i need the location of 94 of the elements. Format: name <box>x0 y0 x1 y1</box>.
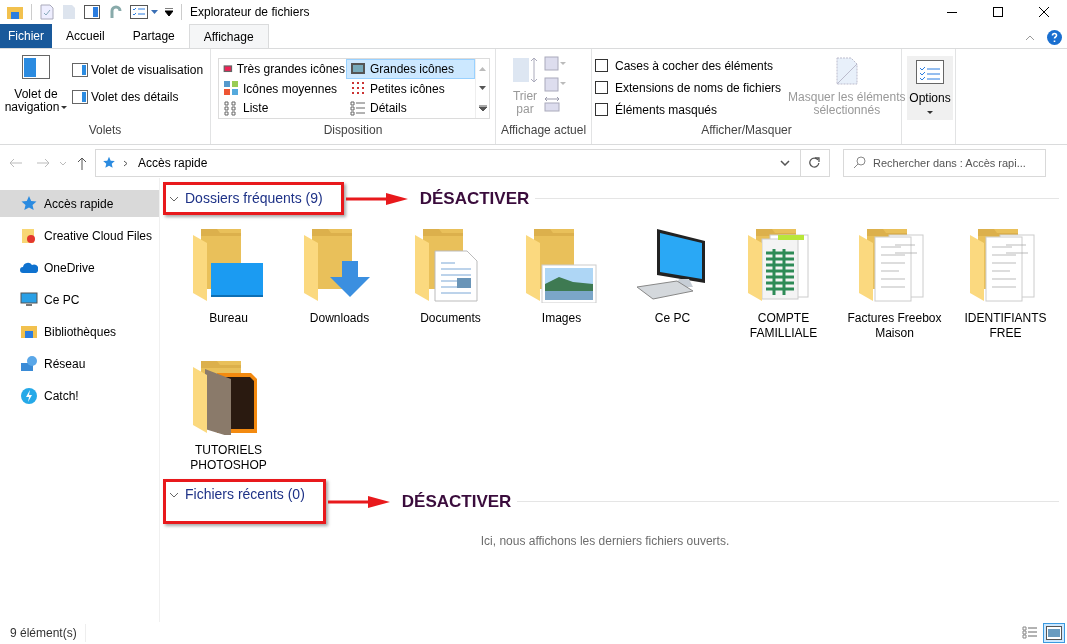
large-icons-icon <box>1046 626 1062 640</box>
pane-option[interactable]: Volet de visualisation <box>72 61 204 79</box>
pane-icon[interactable] <box>84 5 100 19</box>
layout-option[interactable]: Grandes icônes <box>346 59 475 79</box>
search-icon <box>853 156 866 169</box>
address-bar[interactable]: Accès rapide <box>95 149 830 177</box>
folder-tile[interactable]: IDENTIFIANTS FREE <box>950 223 1061 341</box>
sidebar-item[interactable]: Bibliothèques <box>0 318 159 345</box>
group-label: Disposition <box>322 122 384 139</box>
ribbon-tab[interactable]: Affichage <box>188 24 269 48</box>
empty-message: Ici, nous affichons les derniers fichiers ouverts. <box>480 533 730 550</box>
quick-access-star-icon <box>102 156 116 170</box>
ribbon-tab[interactable]: Accueil <box>52 24 119 48</box>
dropdown-chevron-icon[interactable] <box>780 160 790 166</box>
help-icon[interactable] <box>1047 30 1062 45</box>
refresh-icon <box>809 157 821 169</box>
checklist-icon[interactable] <box>130 5 148 19</box>
navigation-pane-button[interactable]: Volet de navigation <box>0 55 72 121</box>
chevron-down-icon <box>169 195 179 202</box>
layout-option[interactable]: Très grandes icônes <box>219 59 346 79</box>
annotation-arrow <box>345 192 408 205</box>
folder-tile[interactable]: Images <box>506 223 617 341</box>
folder-tile[interactable]: Documents <box>395 223 506 341</box>
folder-tile[interactable]: Ce PC <box>617 223 728 341</box>
lightning-bolt-icon <box>20 386 38 405</box>
options-icon <box>916 60 944 84</box>
details-pane-icon <box>72 90 88 104</box>
layout-option[interactable]: Détails <box>346 98 475 118</box>
up-icon[interactable] <box>77 156 87 170</box>
sort-icon <box>512 56 538 84</box>
network-icon <box>20 354 38 373</box>
sidebar-item[interactable]: Catch! <box>0 382 159 409</box>
address-text: Accès rapide <box>138 155 208 172</box>
layout-option[interactable]: Liste <box>219 98 346 118</box>
layout-option[interactable]: Icônes moyennes <box>219 78 346 99</box>
folder-tile[interactable]: Factures Freebox Maison <box>839 223 950 341</box>
list-view-icon <box>223 100 239 117</box>
small-icons-icon <box>350 80 366 97</box>
caret-icon <box>927 111 933 114</box>
details-view-icon <box>1022 626 1038 640</box>
annotation-label: DÉSACTIVER <box>419 187 530 210</box>
maximize-icon <box>993 7 1003 17</box>
medium-icons-icon <box>223 80 239 97</box>
minimize-icon <box>947 11 957 13</box>
sidebar-item[interactable]: Creative Cloud Files <box>0 222 159 249</box>
annotation-label: DÉSACTIVER <box>401 490 512 513</box>
view-toggle-button[interactable] <box>1043 623 1065 643</box>
caret-icon <box>61 106 68 109</box>
checkbox-option[interactable]: Éléments masqués <box>595 101 782 118</box>
preview-pane-icon <box>72 63 88 77</box>
checkbox-option[interactable]: Cases à cocher des éléments <box>595 57 782 74</box>
folder-tile[interactable]: Bureau <box>173 223 284 341</box>
folder-tile[interactable]: TUTORIELS PHOTOSHOP <box>173 355 284 473</box>
sidebar-item[interactable]: Accès rapide <box>0 190 159 217</box>
folder-tile[interactable]: COMPTE FAMILLIALE <box>728 223 839 341</box>
checkbox[interactable] <box>595 103 608 116</box>
group-label: Affichage actuel <box>499 122 588 139</box>
checkbox[interactable] <box>595 81 608 94</box>
quick-access-star-icon <box>20 194 38 213</box>
close-icon <box>1039 7 1049 17</box>
customize-caret-icon[interactable] <box>165 8 173 16</box>
checkbox-option[interactable]: Extensions de noms de fichiers <box>595 79 782 96</box>
options-button[interactable]: Options <box>907 56 953 120</box>
sidebar-item[interactable]: Ce PC <box>0 286 159 313</box>
navigation-pane-icon <box>22 55 50 79</box>
search-field[interactable]: Rechercher dans : Accès rapi... <box>843 149 1046 177</box>
computer-icon <box>20 290 38 309</box>
cloud-folder-icon <box>20 226 38 245</box>
collapse-ribbon-icon[interactable] <box>1025 35 1035 41</box>
window-title: Explorateur de fichiers <box>190 4 310 21</box>
sidebar-item[interactable]: Réseau <box>0 350 159 377</box>
large-icons-icon <box>350 60 366 77</box>
group-label: Afficher/Masquer <box>700 122 793 139</box>
chevron-down-icon <box>169 491 179 498</box>
hide-items-icon <box>835 57 858 85</box>
ribbon-tab[interactable]: Partage <box>118 24 189 48</box>
group-label: Volets <box>87 122 123 139</box>
section-header[interactable]: Dossiers fréquents (9) <box>169 188 323 209</box>
annotation-arrow <box>327 495 390 508</box>
size-columns-icon[interactable] <box>544 96 560 112</box>
caret-icon[interactable] <box>151 10 158 14</box>
sidebar-item[interactable]: OneDrive <box>0 254 159 281</box>
checkbox[interactable] <box>595 59 608 72</box>
layout-option[interactable]: Petites icônes <box>346 78 475 99</box>
scroll-down-icon[interactable] <box>479 85 486 90</box>
folder-icon <box>7 5 23 19</box>
details-view-icon <box>350 100 366 117</box>
expand-gallery-icon[interactable] <box>478 104 487 111</box>
section-header[interactable]: Fichiers récents (0) <box>169 484 305 505</box>
pane-option[interactable]: Volet des détails <box>72 88 204 106</box>
folder-tile[interactable]: Downloads <box>284 223 395 341</box>
item-count: 9 élément(s) <box>10 624 86 642</box>
breadcrumb-chevron-icon[interactable] <box>123 159 128 167</box>
ribbon-tab[interactable]: Fichier <box>0 24 52 48</box>
